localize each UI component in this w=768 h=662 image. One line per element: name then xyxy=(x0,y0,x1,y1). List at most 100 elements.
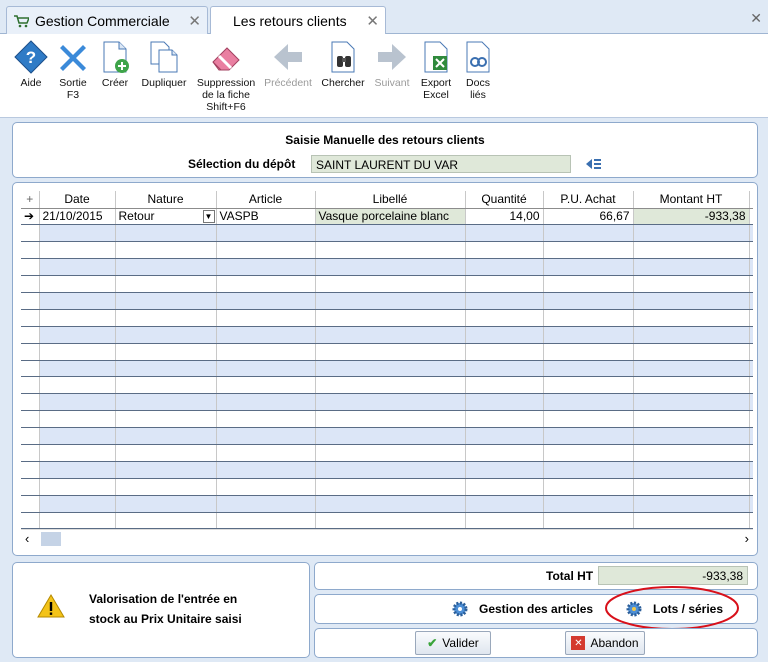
horizontal-scrollbar[interactable]: ‹ › xyxy=(21,529,753,547)
docs-lies-button[interactable]: Docs liés xyxy=(450,40,506,101)
empty-cell[interactable] xyxy=(543,427,634,445)
column-header[interactable]: Nature xyxy=(115,191,217,209)
empty-cell[interactable] xyxy=(39,461,116,479)
table-row[interactable] xyxy=(21,478,753,496)
table-row[interactable] xyxy=(21,495,753,513)
empty-cell[interactable] xyxy=(543,326,634,344)
empty-cell[interactable] xyxy=(749,292,753,310)
table-row[interactable] xyxy=(21,427,753,445)
empty-cell[interactable] xyxy=(315,427,466,445)
empty-cell[interactable] xyxy=(465,275,544,293)
close-icon[interactable]: ✕ xyxy=(188,12,201,30)
cell-pu-achat[interactable]: 66,67 xyxy=(543,208,634,226)
empty-cell[interactable] xyxy=(315,410,466,429)
table-row[interactable] xyxy=(21,376,753,395)
empty-cell[interactable] xyxy=(749,512,753,530)
empty-cell[interactable] xyxy=(633,241,750,260)
empty-cell[interactable] xyxy=(633,444,750,462)
empty-cell[interactable] xyxy=(543,461,634,479)
empty-cell[interactable] xyxy=(465,224,544,243)
empty-cell[interactable] xyxy=(315,326,466,344)
empty-cell[interactable] xyxy=(749,461,753,479)
empty-cell[interactable] xyxy=(39,376,116,395)
empty-cell[interactable] xyxy=(465,376,544,395)
empty-cell[interactable] xyxy=(543,241,634,260)
empty-cell[interactable] xyxy=(115,427,217,445)
scroll-thumb[interactable] xyxy=(41,532,61,546)
empty-cell[interactable] xyxy=(543,478,634,496)
empty-cell[interactable] xyxy=(216,326,316,344)
cell-quantite[interactable]: 14,00 xyxy=(465,208,544,226)
table-row[interactable] xyxy=(21,258,753,277)
precedent-button[interactable]: Précédent xyxy=(260,40,316,89)
table-row[interactable] xyxy=(21,512,753,530)
empty-cell[interactable] xyxy=(39,478,116,496)
empty-cell[interactable] xyxy=(465,495,544,513)
tab-gestion-commerciale[interactable]: Gestion Commerciale ✕ xyxy=(6,6,208,34)
empty-cell[interactable] xyxy=(465,292,544,310)
empty-cell[interactable] xyxy=(749,376,753,395)
empty-cell[interactable] xyxy=(465,427,544,445)
empty-cell[interactable] xyxy=(216,495,316,513)
column-header[interactable]: Article xyxy=(216,191,316,209)
empty-cell[interactable] xyxy=(543,360,634,378)
scroll-right-icon[interactable]: › xyxy=(745,531,749,546)
column-header[interactable]: Montant HT xyxy=(633,191,750,209)
empty-cell[interactable] xyxy=(633,326,750,344)
chercher-button[interactable]: Chercher xyxy=(315,40,371,89)
empty-cell[interactable] xyxy=(216,376,316,395)
table-row[interactable] xyxy=(21,309,753,327)
dupliquer-button[interactable]: Dupliquer xyxy=(136,40,192,89)
empty-cell[interactable] xyxy=(216,478,316,496)
gestion-articles-button[interactable]: Gestion des articles xyxy=(451,598,593,620)
empty-cell[interactable] xyxy=(39,427,116,445)
empty-cell[interactable] xyxy=(543,224,634,243)
empty-cell[interactable] xyxy=(216,224,316,243)
empty-cell[interactable] xyxy=(39,393,116,412)
empty-cell[interactable] xyxy=(465,461,544,479)
add-row-icon[interactable]: + xyxy=(21,191,40,209)
empty-cell[interactable] xyxy=(633,292,750,310)
table-row[interactable] xyxy=(21,343,753,361)
empty-cell[interactable] xyxy=(216,309,316,327)
empty-cell[interactable] xyxy=(39,275,116,293)
empty-cell[interactable] xyxy=(39,309,116,327)
empty-cell[interactable] xyxy=(115,461,217,479)
empty-cell[interactable] xyxy=(115,224,217,243)
empty-cell[interactable] xyxy=(216,343,316,361)
empty-cell[interactable] xyxy=(633,393,750,412)
empty-cell[interactable] xyxy=(633,224,750,243)
empty-cell[interactable] xyxy=(633,495,750,513)
empty-cell[interactable] xyxy=(749,444,753,462)
empty-cell[interactable] xyxy=(39,258,116,277)
empty-cell[interactable] xyxy=(216,393,316,412)
empty-cell[interactable] xyxy=(633,258,750,277)
cell-nature[interactable]: Retour ▼ xyxy=(115,208,217,226)
empty-cell[interactable] xyxy=(216,427,316,445)
empty-cell[interactable] xyxy=(633,478,750,496)
empty-cell[interactable] xyxy=(633,309,750,327)
empty-cell[interactable] xyxy=(543,343,634,361)
empty-cell[interactable] xyxy=(543,512,634,530)
empty-cell[interactable] xyxy=(465,444,544,462)
empty-cell[interactable] xyxy=(115,478,217,496)
empty-cell[interactable] xyxy=(465,326,544,344)
empty-cell[interactable] xyxy=(115,275,217,293)
chevron-down-icon[interactable]: ▼ xyxy=(202,209,215,223)
empty-cell[interactable] xyxy=(543,495,634,513)
column-header[interactable]: Libellé xyxy=(315,191,466,209)
empty-cell[interactable] xyxy=(315,258,466,277)
empty-cell[interactable] xyxy=(115,376,217,395)
empty-cell[interactable] xyxy=(115,292,217,310)
table-row[interactable] xyxy=(21,241,753,260)
empty-cell[interactable] xyxy=(39,326,116,344)
cell-montant-ht[interactable]: -933,38 xyxy=(633,208,750,226)
empty-cell[interactable] xyxy=(39,241,116,260)
empty-cell[interactable] xyxy=(315,512,466,530)
cell-article[interactable]: VASPB xyxy=(216,208,316,226)
empty-cell[interactable] xyxy=(749,478,753,496)
empty-cell[interactable] xyxy=(216,360,316,378)
empty-cell[interactable] xyxy=(543,393,634,412)
empty-cell[interactable] xyxy=(315,275,466,293)
empty-cell[interactable] xyxy=(315,224,466,243)
